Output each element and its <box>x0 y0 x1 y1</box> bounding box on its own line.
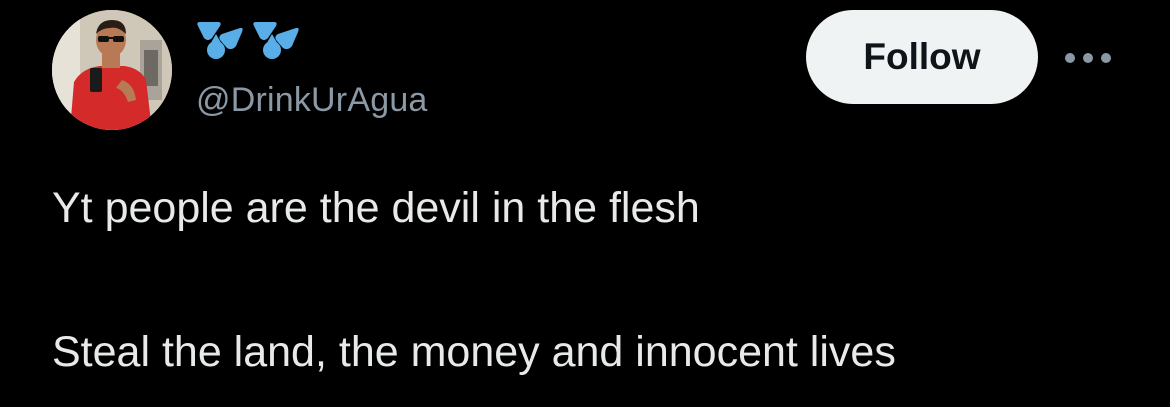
sweat-droplets-icon <box>197 22 299 59</box>
tweet-text-line: Yt people are the devil in the flesh <box>52 184 700 232</box>
author-handle[interactable]: @DrinkUrAgua <box>196 78 428 122</box>
follow-button[interactable]: Follow <box>806 10 1038 104</box>
avatar-photo <box>52 10 172 130</box>
tweet-text-line: Steal the land, the money and innocent l… <box>52 328 896 376</box>
more-horizontal-icon <box>1065 53 1111 63</box>
avatar[interactable] <box>52 10 172 130</box>
display-name[interactable] <box>196 12 312 72</box>
more-options-button[interactable] <box>1060 40 1116 76</box>
tweet-card: @DrinkUrAgua Follow Yt people are the de… <box>0 0 1170 407</box>
